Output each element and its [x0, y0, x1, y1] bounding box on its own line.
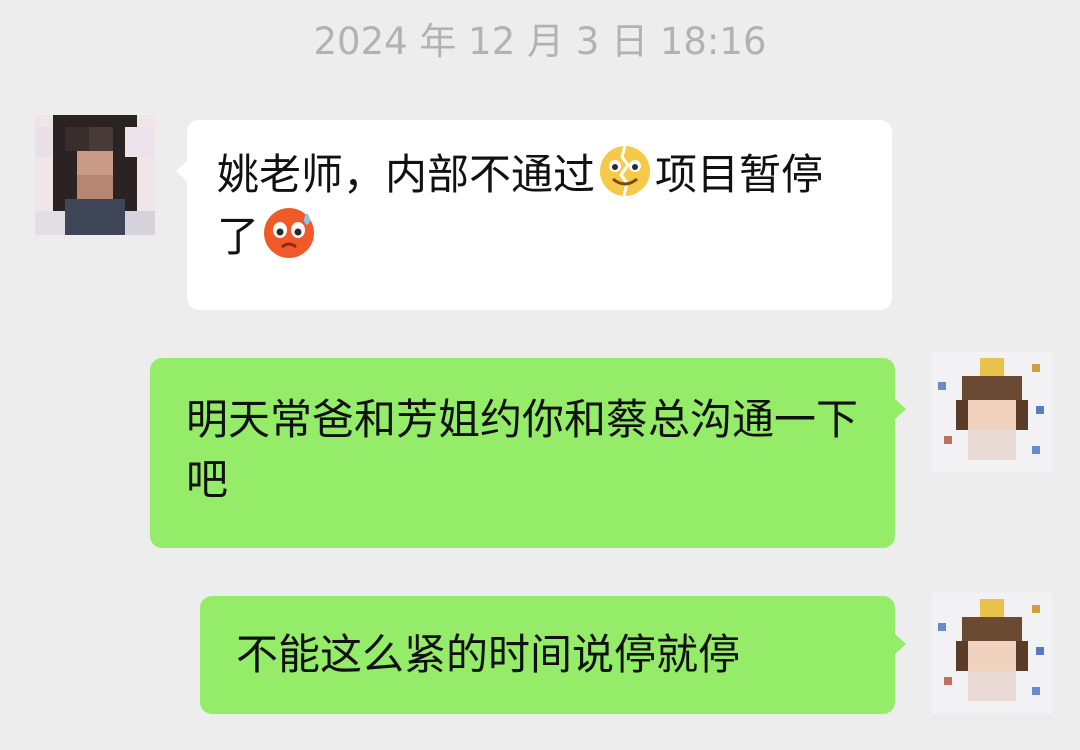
self-avatar[interactable]: [932, 593, 1052, 713]
broken-smile-emoji-icon: [597, 143, 653, 199]
message-text: 姚老师，内部不通过 项目暂停了: [217, 143, 862, 267]
bubble-tail: [894, 633, 906, 655]
message-text: 不能这么紧的时间说停就停: [236, 630, 741, 679]
outgoing-message-bubble[interactable]: 不能这么紧的时间说停就停: [200, 596, 906, 714]
self-avatar[interactable]: [932, 352, 1052, 472]
chat-timestamp: 2024 年 12 月 3 日 18:16: [313, 20, 767, 63]
incoming-message-bubble[interactable]: 姚老师，内部不通过 项目暂停了: [176, 120, 892, 310]
message-text-part: 姚老师，内部不通过: [217, 150, 596, 199]
outgoing-message-bubble[interactable]: 明天常爸和芳姐约你和蔡总沟通一下吧: [150, 358, 906, 548]
bubble-tail: [894, 398, 906, 420]
contact-avatar[interactable]: [35, 115, 155, 235]
sweating-face-emoji-icon: [261, 205, 317, 261]
bubble-tail: [176, 160, 188, 182]
message-text: 明天常爸和芳姐约你和蔡总沟通一下吧: [186, 395, 859, 504]
